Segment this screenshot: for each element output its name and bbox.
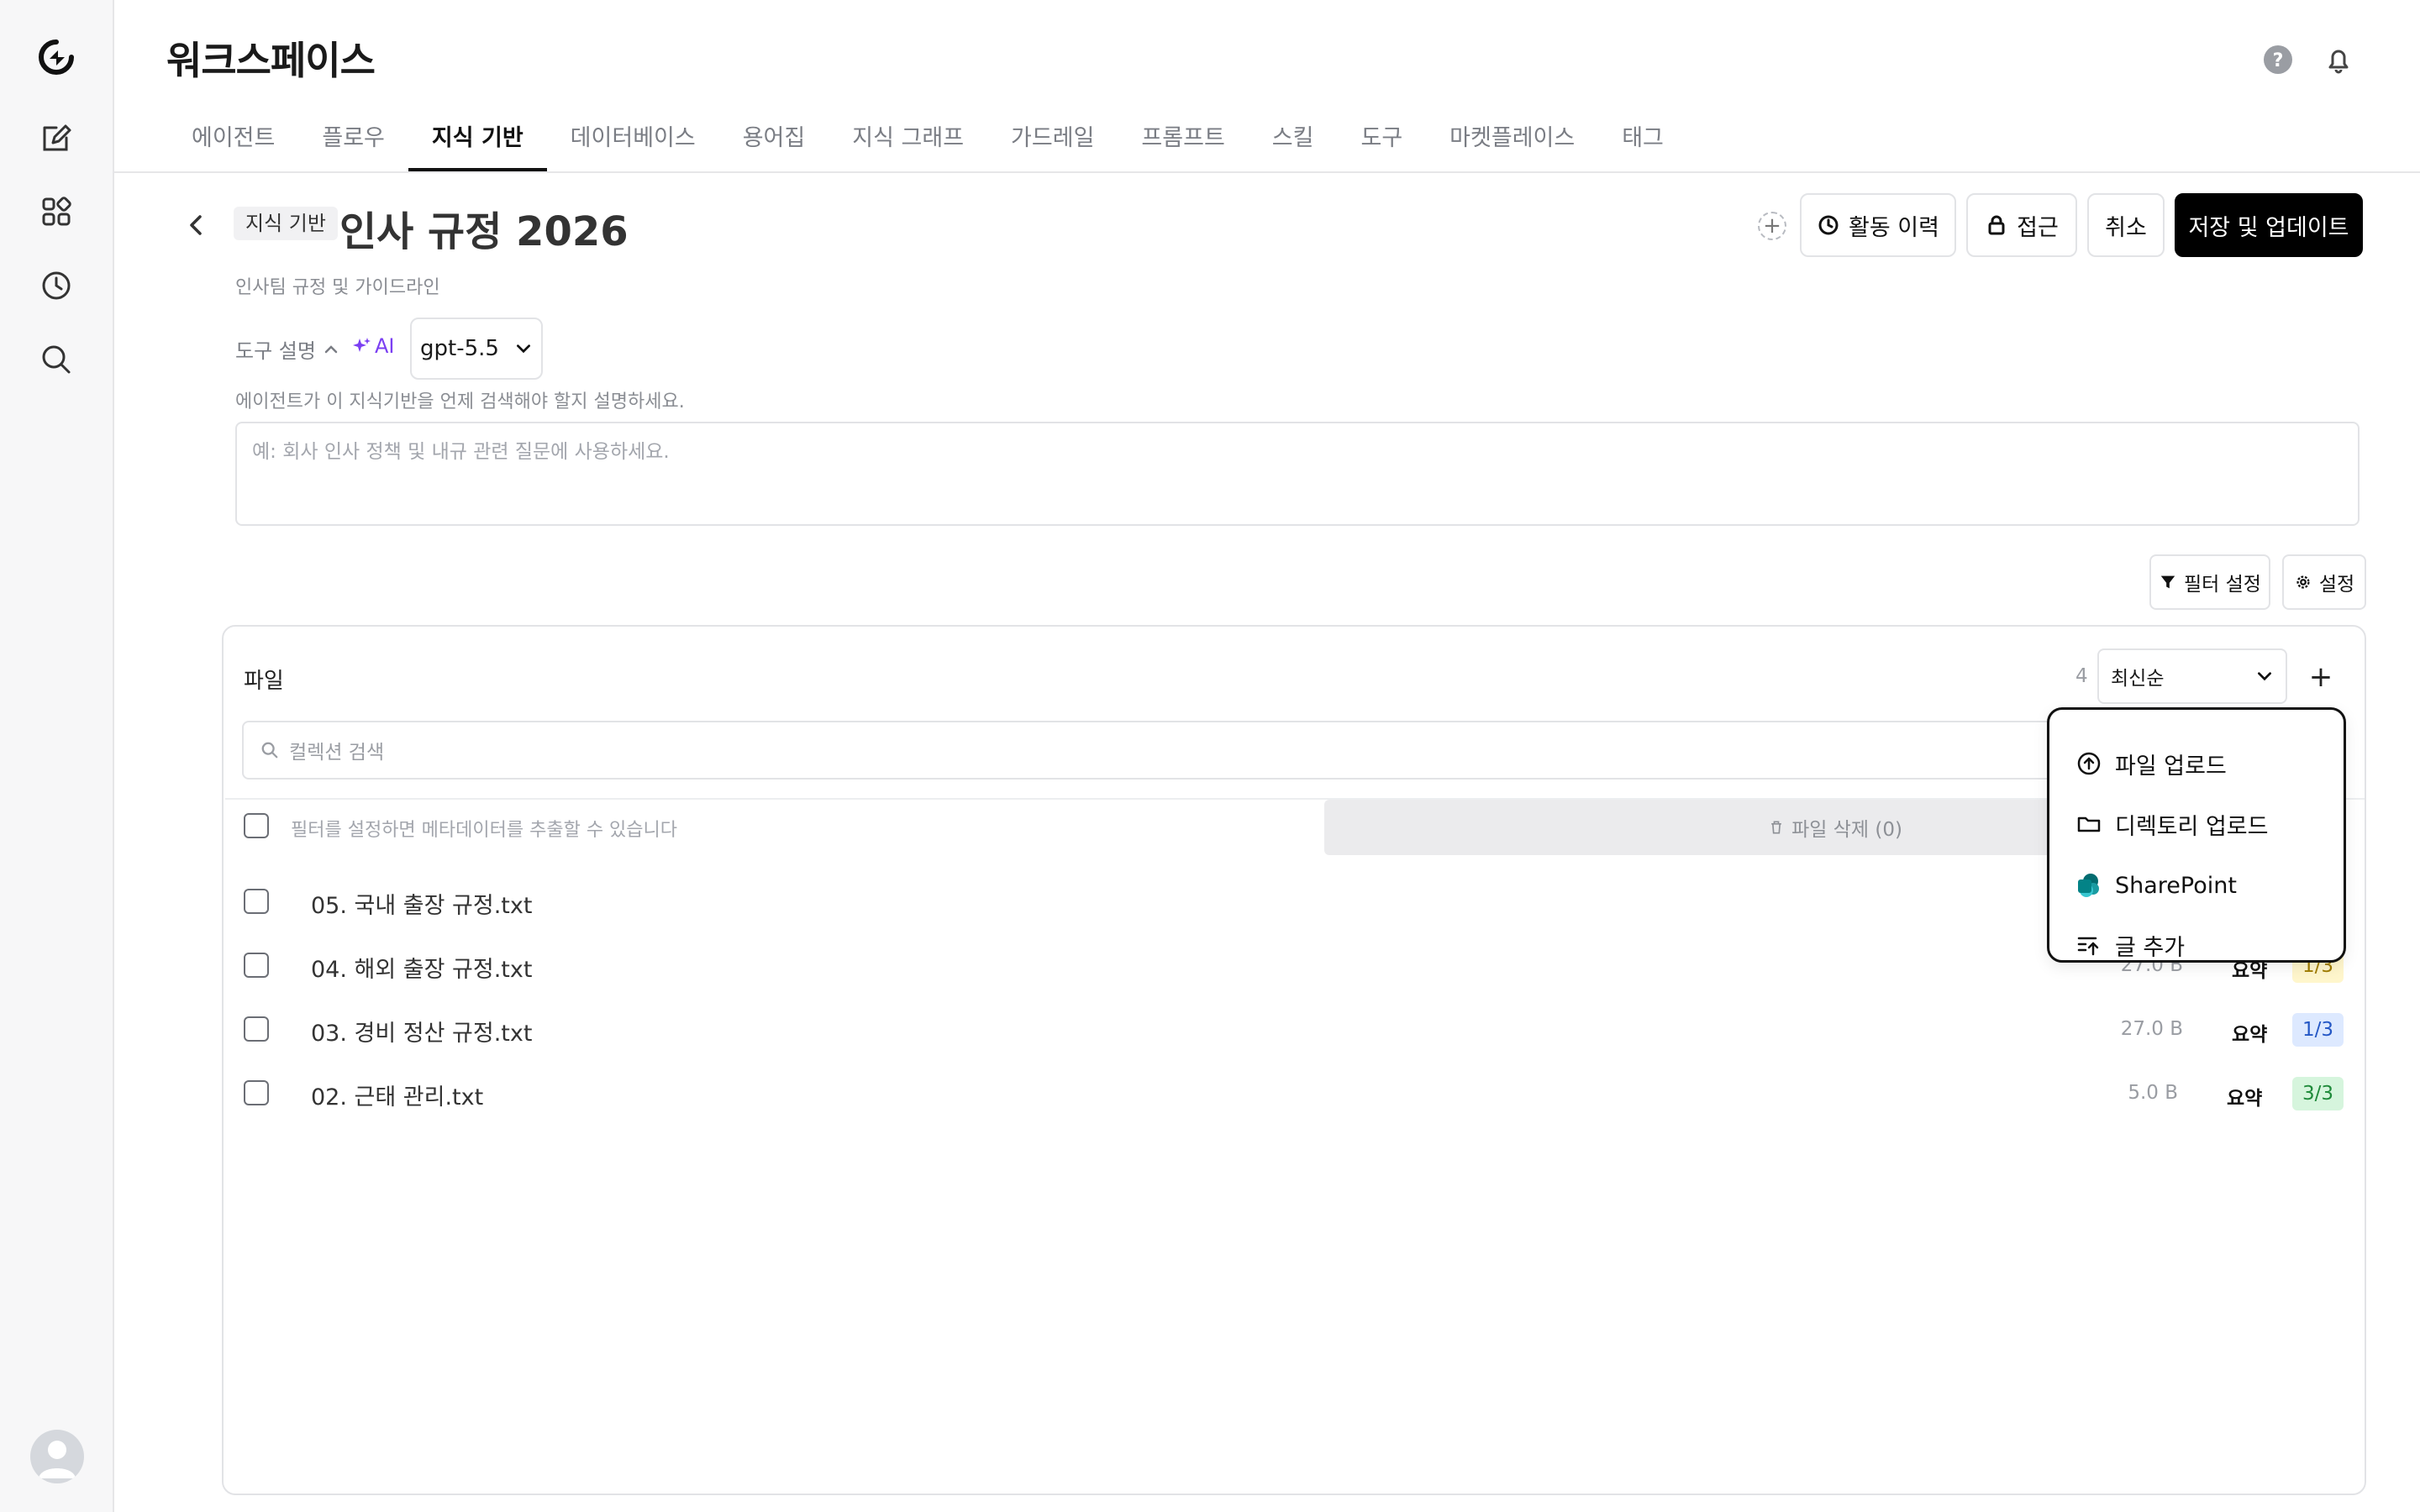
filter-icon bbox=[2160, 575, 2175, 589]
status-badge: 3/3 bbox=[2292, 1077, 2344, 1110]
clock-icon bbox=[1818, 215, 1839, 235]
access-label: 접근 bbox=[2017, 214, 2059, 241]
menu-item-file-upload[interactable]: 파일 업로드 bbox=[2075, 745, 2227, 782]
page-title: 인사 규정 2026 bbox=[339, 208, 629, 255]
history-button[interactable]: 활동 이력 bbox=[1800, 193, 1956, 257]
ai-label: AI bbox=[375, 334, 395, 358]
edit-icon[interactable] bbox=[38, 119, 75, 156]
file-name[interactable]: 05. 국내 출장 규정.txt bbox=[311, 887, 532, 920]
breadcrumb-chip: 지식 기반 bbox=[234, 207, 338, 240]
tool-description-input[interactable]: 예: 회사 인사 정책 및 내규 관련 질문에 사용하세요. bbox=[235, 422, 2360, 526]
upload-circle-icon bbox=[2077, 752, 2101, 775]
sort-value: 최신순 bbox=[2111, 668, 2165, 690]
add-text-icon bbox=[2077, 937, 2099, 956]
settings-button[interactable]: 설정 bbox=[2282, 554, 2366, 610]
gear-icon bbox=[2296, 575, 2310, 589]
app-title: 워크스페이스 bbox=[166, 38, 376, 83]
bell-icon[interactable] bbox=[2323, 44, 2354, 76]
menu-item-label: 파일 업로드 bbox=[2115, 753, 2227, 780]
file-name[interactable]: 02. 근태 관리.txt bbox=[311, 1079, 483, 1111]
menu-item-label: 글 추가 bbox=[2115, 934, 2186, 961]
help-icon[interactable]: ? bbox=[2262, 44, 2294, 76]
svg-text:?: ? bbox=[2273, 50, 2284, 71]
tab-skills[interactable]: 스킬 bbox=[1249, 108, 1338, 160]
tab-glossary[interactable]: 용어집 bbox=[719, 108, 829, 160]
search-placeholder: 컬렉션 검색 bbox=[289, 742, 385, 764]
metadata-hint: 필터를 설정하면 메타데이터를 추출할 수 있습니다 bbox=[291, 820, 678, 841]
tab-agents[interactable]: 에이전트 bbox=[168, 108, 298, 160]
save-update-button[interactable]: 저장 및 업데이트 bbox=[2175, 193, 2363, 257]
ai-assist-button[interactable]: AI bbox=[351, 334, 395, 358]
add-file-button[interactable]: + bbox=[2302, 659, 2339, 696]
page-subtitle: 인사팀 규정 및 가이드라인 bbox=[235, 277, 440, 298]
menu-item-add-text[interactable]: 글 추가 bbox=[2075, 927, 2185, 963]
access-button[interactable]: 접근 bbox=[1966, 193, 2077, 257]
settings-label: 설정 bbox=[2318, 574, 2355, 596]
collection-search-input[interactable]: 컬렉션 검색 bbox=[242, 721, 2343, 780]
tool-description-label: 도구 설명 bbox=[235, 339, 316, 363]
history-label: 활동 이력 bbox=[1849, 214, 1939, 241]
folder-icon bbox=[2077, 816, 2101, 832]
lock-icon bbox=[1988, 215, 2005, 235]
model-select[interactable]: gpt-5.5 bbox=[410, 318, 543, 380]
filter-label: 필터 설정 bbox=[2184, 574, 2261, 596]
files-title: 파일 bbox=[244, 669, 284, 694]
file-size: 5.0 B bbox=[2128, 1082, 2178, 1104]
trash-icon bbox=[1771, 821, 1781, 834]
tool-description-toggle[interactable]: 도구 설명 bbox=[235, 334, 339, 364]
file-name[interactable]: 04. 해외 출장 규정.txt bbox=[311, 951, 532, 984]
file-checkbox[interactable] bbox=[244, 953, 269, 978]
cancel-button[interactable]: 취소 bbox=[2087, 193, 2165, 257]
file-size: 27.0 B bbox=[2120, 1018, 2183, 1040]
tab-knowledge-base[interactable]: 지식 기반 bbox=[408, 108, 547, 171]
tab-tags[interactable]: 태그 bbox=[1598, 108, 1687, 160]
tab-knowledge-graph[interactable]: 지식 그래프 bbox=[829, 108, 987, 160]
delete-label: 파일 삭제 (0) bbox=[1791, 819, 1902, 841]
back-icon[interactable] bbox=[180, 208, 213, 242]
menu-item-label: SharePoint bbox=[2115, 872, 2237, 899]
sort-select[interactable]: 최신순 bbox=[2097, 648, 2287, 704]
logo-icon[interactable] bbox=[38, 39, 75, 76]
file-name[interactable]: 03. 경비 정산 규정.txt bbox=[311, 1015, 532, 1047]
apps-icon[interactable] bbox=[38, 193, 75, 230]
file-checkbox[interactable] bbox=[244, 889, 269, 914]
tab-guardrails[interactable]: 가드레일 bbox=[987, 108, 1118, 160]
tab-flows[interactable]: 플로우 bbox=[298, 108, 408, 160]
sidebar bbox=[0, 0, 114, 1512]
add-tag-button[interactable]: + bbox=[1758, 212, 1786, 240]
history-icon[interactable] bbox=[38, 267, 75, 304]
summary-link[interactable]: 요약 bbox=[2232, 1018, 2267, 1047]
tab-prompts[interactable]: 프롬프트 bbox=[1118, 108, 1248, 160]
file-count: 4 bbox=[2075, 665, 2088, 687]
search-icon bbox=[261, 742, 278, 759]
add-source-menu: 파일 업로드 디렉토리 업로드 SharePoint 글 추가 bbox=[2047, 707, 2346, 963]
status-badge: 1/3 bbox=[2292, 1013, 2344, 1047]
select-all-checkbox[interactable] bbox=[244, 813, 269, 838]
sharepoint-icon bbox=[2078, 874, 2099, 897]
menu-item-label: 디렉토리 업로드 bbox=[2115, 813, 2269, 840]
tab-database[interactable]: 데이터베이스 bbox=[547, 108, 719, 160]
model-value: gpt-5.5 bbox=[420, 336, 499, 361]
summary-link[interactable]: 요약 bbox=[2227, 1082, 2262, 1110]
chevron-down-icon bbox=[2258, 672, 2271, 681]
tab-marketplace[interactable]: 마켓플레이스 bbox=[1426, 108, 1598, 160]
file-checkbox[interactable] bbox=[244, 1080, 269, 1105]
file-checkbox[interactable] bbox=[244, 1016, 269, 1042]
tool-description-hint: 에이전트가 이 지식기반을 언제 검색해야 할지 설명하세요. bbox=[235, 391, 685, 412]
chevron-up-icon bbox=[324, 344, 338, 353]
search-icon[interactable] bbox=[38, 341, 75, 378]
tabs-divider bbox=[113, 171, 2420, 173]
menu-item-sharepoint[interactable]: SharePoint bbox=[2075, 867, 2237, 904]
nav-tabs: 에이전트 플로우 지식 기반 데이터베이스 용어집 지식 그래프 가드레일 프롬… bbox=[168, 108, 1687, 171]
sparkle-icon bbox=[353, 338, 371, 352]
filter-settings-button[interactable]: 필터 설정 bbox=[2149, 554, 2270, 610]
menu-item-directory-upload[interactable]: 디렉토리 업로드 bbox=[2075, 806, 2268, 843]
avatar[interactable] bbox=[30, 1430, 84, 1483]
chevron-down-icon bbox=[516, 344, 530, 354]
tab-tools[interactable]: 도구 bbox=[1337, 108, 1426, 160]
